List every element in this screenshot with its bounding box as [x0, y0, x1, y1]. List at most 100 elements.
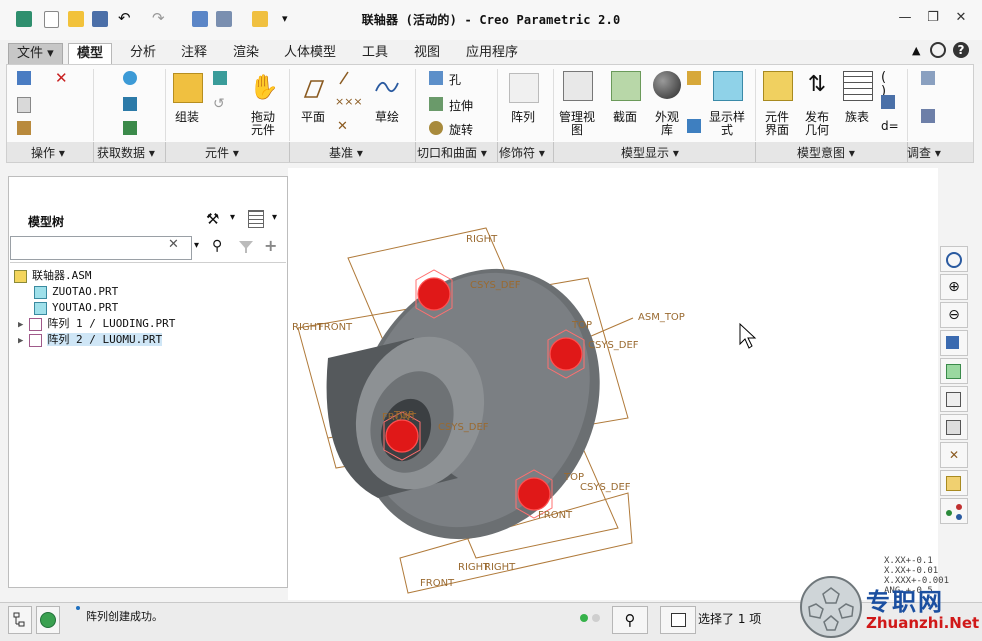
reference-viewer-icon[interactable] [921, 109, 935, 123]
tree-item-pattern[interactable]: ▶ 阵列 1 / LUODING.PRT [18, 316, 175, 331]
group-modifiers[interactable]: 修饰符 ▾ [499, 144, 545, 161]
annotation-display-button[interactable] [940, 498, 968, 524]
group-model-display[interactable]: 模型显示 ▾ [621, 144, 679, 161]
group-investigate[interactable]: 调查 ▾ [907, 144, 941, 161]
tree-item-pattern[interactable]: ▶ 阵列 2 / LUOMU.PRT [18, 332, 163, 347]
clear-search-icon[interactable]: ✕ [168, 237, 179, 252]
hole-icon[interactable] [429, 71, 443, 85]
tab-file[interactable]: 文件 ▾ [8, 43, 63, 65]
tab-analysis[interactable]: 分析 [122, 43, 164, 63]
assemble-button[interactable]: 组装 [167, 111, 207, 124]
display-style-button[interactable]: 显示样 式 [705, 111, 749, 137]
drag-components-button[interactable]: 拖动 元件 [243, 111, 283, 137]
csys-icon[interactable]: ✕ [337, 119, 351, 134]
user-defined-feature-icon[interactable] [123, 71, 137, 85]
maximize-button[interactable]: ❐ [922, 9, 944, 27]
find-binoculars-icon[interactable]: ⚲ [212, 238, 222, 254]
browser-button[interactable] [36, 606, 60, 634]
manage-views-icon[interactable] [563, 71, 593, 101]
publish-geometry-icon[interactable]: ⇅ [803, 71, 831, 99]
filter-icon[interactable] [238, 239, 254, 255]
view-manager-button[interactable] [940, 414, 968, 440]
relations-icon[interactable]: ( ) [881, 71, 895, 99]
group-cut-surface[interactable]: 切口和曲面 ▾ [417, 144, 487, 161]
regenerate-icon[interactable] [17, 71, 31, 85]
zoom-in-button[interactable]: ⊕ [940, 274, 968, 300]
parameters-icon[interactable] [881, 95, 895, 109]
family-table-button[interactable]: 族表 [837, 111, 877, 124]
revolve-button[interactable]: 旋转 [449, 121, 473, 138]
axis-icon[interactable] [337, 71, 351, 85]
zoom-out-button[interactable]: ⊖ [940, 302, 968, 328]
switch-dimensions-icon[interactable]: d= [881, 119, 899, 133]
pattern-icon[interactable] [509, 73, 539, 103]
datum-display-button[interactable]: ✕ [940, 442, 968, 468]
drag-hand-icon[interactable]: ✋ [249, 73, 279, 101]
manage-views-button[interactable]: 管理视 图 [555, 111, 599, 137]
sketch-button[interactable]: 草绘 [369, 111, 405, 124]
group-component[interactable]: 元件 ▾ [205, 144, 239, 161]
close-button[interactable]: ✕ [950, 9, 972, 27]
component-interface-button[interactable]: 元件 界面 [757, 111, 797, 137]
sketch-icon[interactable] [373, 73, 401, 101]
expand-arrow-icon[interactable]: ▶ [18, 320, 23, 330]
delete-icon[interactable]: ✕ [55, 71, 69, 86]
revolve-icon[interactable] [429, 121, 443, 135]
help-icon[interactable]: ? [953, 42, 969, 58]
plane-icon[interactable] [299, 75, 327, 103]
scene-icon[interactable] [687, 71, 701, 85]
group-operations[interactable]: 操作 ▾ [31, 144, 65, 161]
tab-annotate[interactable]: 注释 [173, 43, 215, 63]
point-icon[interactable]: ××× [335, 95, 363, 109]
add-column-icon[interactable]: + [264, 236, 277, 255]
perspective-icon[interactable] [687, 119, 701, 133]
assemble-icon[interactable] [173, 73, 203, 103]
tab-manikin[interactable]: 人体模型 [276, 43, 344, 63]
group-get-data[interactable]: 获取数据 ▾ [97, 144, 155, 161]
appearance-sphere-icon[interactable] [653, 71, 681, 99]
tree-item-part[interactable]: ZUOTAO.PRT [34, 284, 118, 299]
tab-view[interactable]: 视图 [406, 43, 448, 63]
create-component-icon[interactable] [213, 71, 227, 85]
group-model-intent[interactable]: 模型意图 ▾ [797, 144, 855, 161]
publish-geometry-button[interactable]: 发布 几何 [797, 111, 837, 137]
paste-icon[interactable] [17, 121, 31, 135]
tab-model[interactable]: 模型 [68, 43, 113, 64]
copy-icon[interactable] [17, 97, 31, 113]
section-icon[interactable] [611, 71, 641, 101]
saved-orientations-button[interactable] [940, 386, 968, 412]
shrinkwrap-icon[interactable] [123, 121, 137, 135]
expand-arrow-icon[interactable]: ▶ [18, 336, 23, 346]
show-dropdown-icon[interactable]: ▾ [272, 212, 277, 223]
pattern-button[interactable]: 阵列 [503, 111, 543, 124]
copy-geometry-icon[interactable] [123, 97, 137, 111]
find-button[interactable]: ⚲ [612, 606, 648, 634]
search-icon[interactable] [930, 42, 946, 58]
plane-button[interactable]: 平面 [295, 111, 331, 124]
tab-render[interactable]: 渲染 [225, 43, 267, 63]
minimize-button[interactable]: — [894, 9, 916, 27]
tab-applications[interactable]: 应用程序 [458, 43, 526, 63]
minimize-ribbon-icon[interactable]: ▲ [912, 44, 920, 57]
selection-filter-button[interactable] [660, 606, 696, 634]
display-style-icon[interactable] [713, 71, 743, 101]
model-tree-search-input[interactable] [10, 236, 192, 260]
appearance-gallery-button[interactable]: 外观 库 [647, 111, 687, 137]
hole-button[interactable]: 孔 [449, 71, 461, 88]
group-datum[interactable]: 基准 ▾ [329, 144, 363, 161]
search-dropdown-icon[interactable]: ▾ [194, 240, 199, 251]
extrude-icon[interactable] [429, 97, 443, 111]
display-style-button[interactable] [940, 358, 968, 384]
tab-tools[interactable]: 工具 [354, 43, 396, 63]
settings-tools-icon[interactable]: ⚒ [206, 210, 224, 228]
spin-center-button[interactable] [940, 470, 968, 496]
graphics-window[interactable]: RIGHT ASM_TOP TOP CSYS_DEF FRONT RIGHT T… [288, 168, 938, 600]
tree-item-part[interactable]: YOUTAO.PRT [34, 300, 118, 315]
settings-dropdown-icon[interactable]: ▾ [230, 212, 235, 223]
bill-of-materials-icon[interactable] [921, 71, 935, 85]
show-navigator-button[interactable] [8, 606, 32, 634]
show-icon[interactable] [248, 210, 264, 228]
family-table-icon[interactable] [843, 71, 873, 101]
section-button[interactable]: 截面 [605, 111, 645, 124]
refit-button[interactable] [940, 246, 968, 272]
